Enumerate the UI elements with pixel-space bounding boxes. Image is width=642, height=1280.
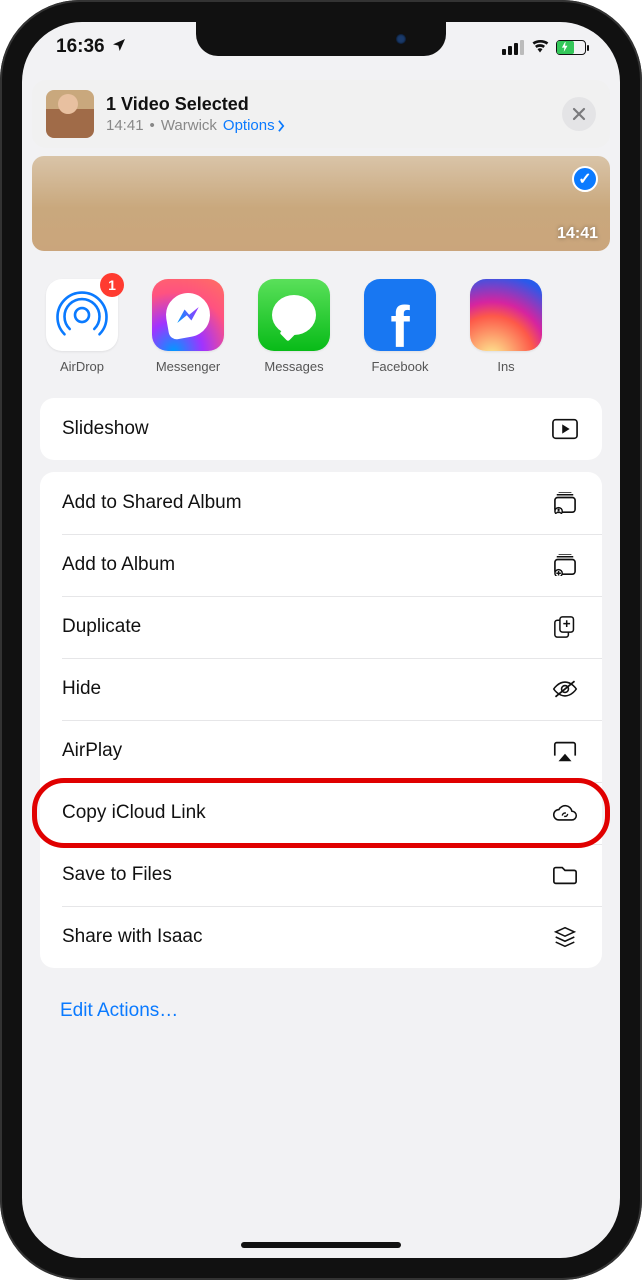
share-sheet-subtitle: 14:41 • Warwick Options <box>106 117 550 134</box>
subtitle-time: 14:41 <box>106 117 144 134</box>
notch <box>196 22 446 56</box>
instagram-icon <box>470 279 542 351</box>
share-sheet-title: 1 Video Selected <box>106 94 550 115</box>
selected-item-thumbnail <box>46 90 94 138</box>
facebook-icon: f <box>364 279 436 351</box>
location-icon <box>111 37 127 58</box>
actions-group-main: Add to Shared Album Add to Album Duplica… <box>40 472 602 968</box>
preview-duration: 14:41 <box>557 225 598 243</box>
subtitle-location: Warwick <box>161 117 217 134</box>
action-save-to-files[interactable]: Save to Files <box>40 844 602 906</box>
share-apps-row[interactable]: 1 AirDrop Messenger Messages f Facebook … <box>22 251 620 398</box>
edit-actions-button[interactable]: Edit Actions… <box>40 982 602 1040</box>
screen: 16:36 1 Video Selecte <box>22 22 620 1258</box>
shared-album-icon <box>550 491 580 515</box>
front-camera <box>396 34 406 44</box>
duplicate-icon <box>550 615 580 639</box>
options-button[interactable]: Options <box>223 117 286 134</box>
chevron-right-icon <box>277 120 286 132</box>
action-add-album[interactable]: Add to Album <box>40 534 602 596</box>
actions-group-slideshow: Slideshow <box>40 398 602 460</box>
share-app-instagram[interactable]: Ins <box>468 279 544 374</box>
share-sheet-header: 1 Video Selected 14:41 • Warwick Options <box>32 80 610 148</box>
status-time: 16:36 <box>56 36 105 58</box>
share-app-messenger[interactable]: Messenger <box>150 279 226 374</box>
messenger-icon <box>152 279 224 351</box>
app-label: AirDrop <box>60 359 104 374</box>
messages-icon <box>258 279 330 351</box>
media-preview[interactable]: ✓ 14:41 <box>32 156 610 251</box>
action-share-with-isaac[interactable]: Share with Isaac <box>40 906 602 968</box>
action-add-shared-album[interactable]: Add to Shared Album <box>40 472 602 534</box>
selection-checkmark-icon: ✓ <box>572 166 598 192</box>
wifi-icon <box>530 37 550 58</box>
close-icon <box>572 107 586 121</box>
app-label: Facebook <box>371 359 428 374</box>
app-label: Ins <box>497 359 514 374</box>
app-label: Messenger <box>156 359 220 374</box>
stack-icon <box>550 925 580 949</box>
eye-slash-icon <box>550 677 580 701</box>
cloud-link-icon <box>550 801 580 825</box>
action-duplicate[interactable]: Duplicate <box>40 596 602 658</box>
airplay-icon <box>550 739 580 763</box>
share-app-messages[interactable]: Messages <box>256 279 332 374</box>
folder-icon <box>550 863 580 887</box>
battery-icon <box>556 40 586 55</box>
share-app-airdrop[interactable]: 1 AirDrop <box>44 279 120 374</box>
cellular-signal-icon <box>502 40 524 55</box>
close-button[interactable] <box>562 97 596 131</box>
add-album-icon <box>550 553 580 577</box>
action-copy-icloud-link[interactable]: Copy iCloud Link <box>40 782 602 844</box>
action-hide[interactable]: Hide <box>40 658 602 720</box>
airdrop-icon <box>54 287 110 343</box>
app-label: Messages <box>264 359 323 374</box>
airdrop-badge: 1 <box>100 273 124 297</box>
share-app-facebook[interactable]: f Facebook <box>362 279 438 374</box>
phone-frame: 16:36 1 Video Selecte <box>0 0 642 1280</box>
play-rect-icon <box>550 417 580 441</box>
home-indicator[interactable] <box>241 1242 401 1248</box>
action-airplay[interactable]: AirPlay <box>40 720 602 782</box>
action-slideshow[interactable]: Slideshow <box>40 398 602 460</box>
